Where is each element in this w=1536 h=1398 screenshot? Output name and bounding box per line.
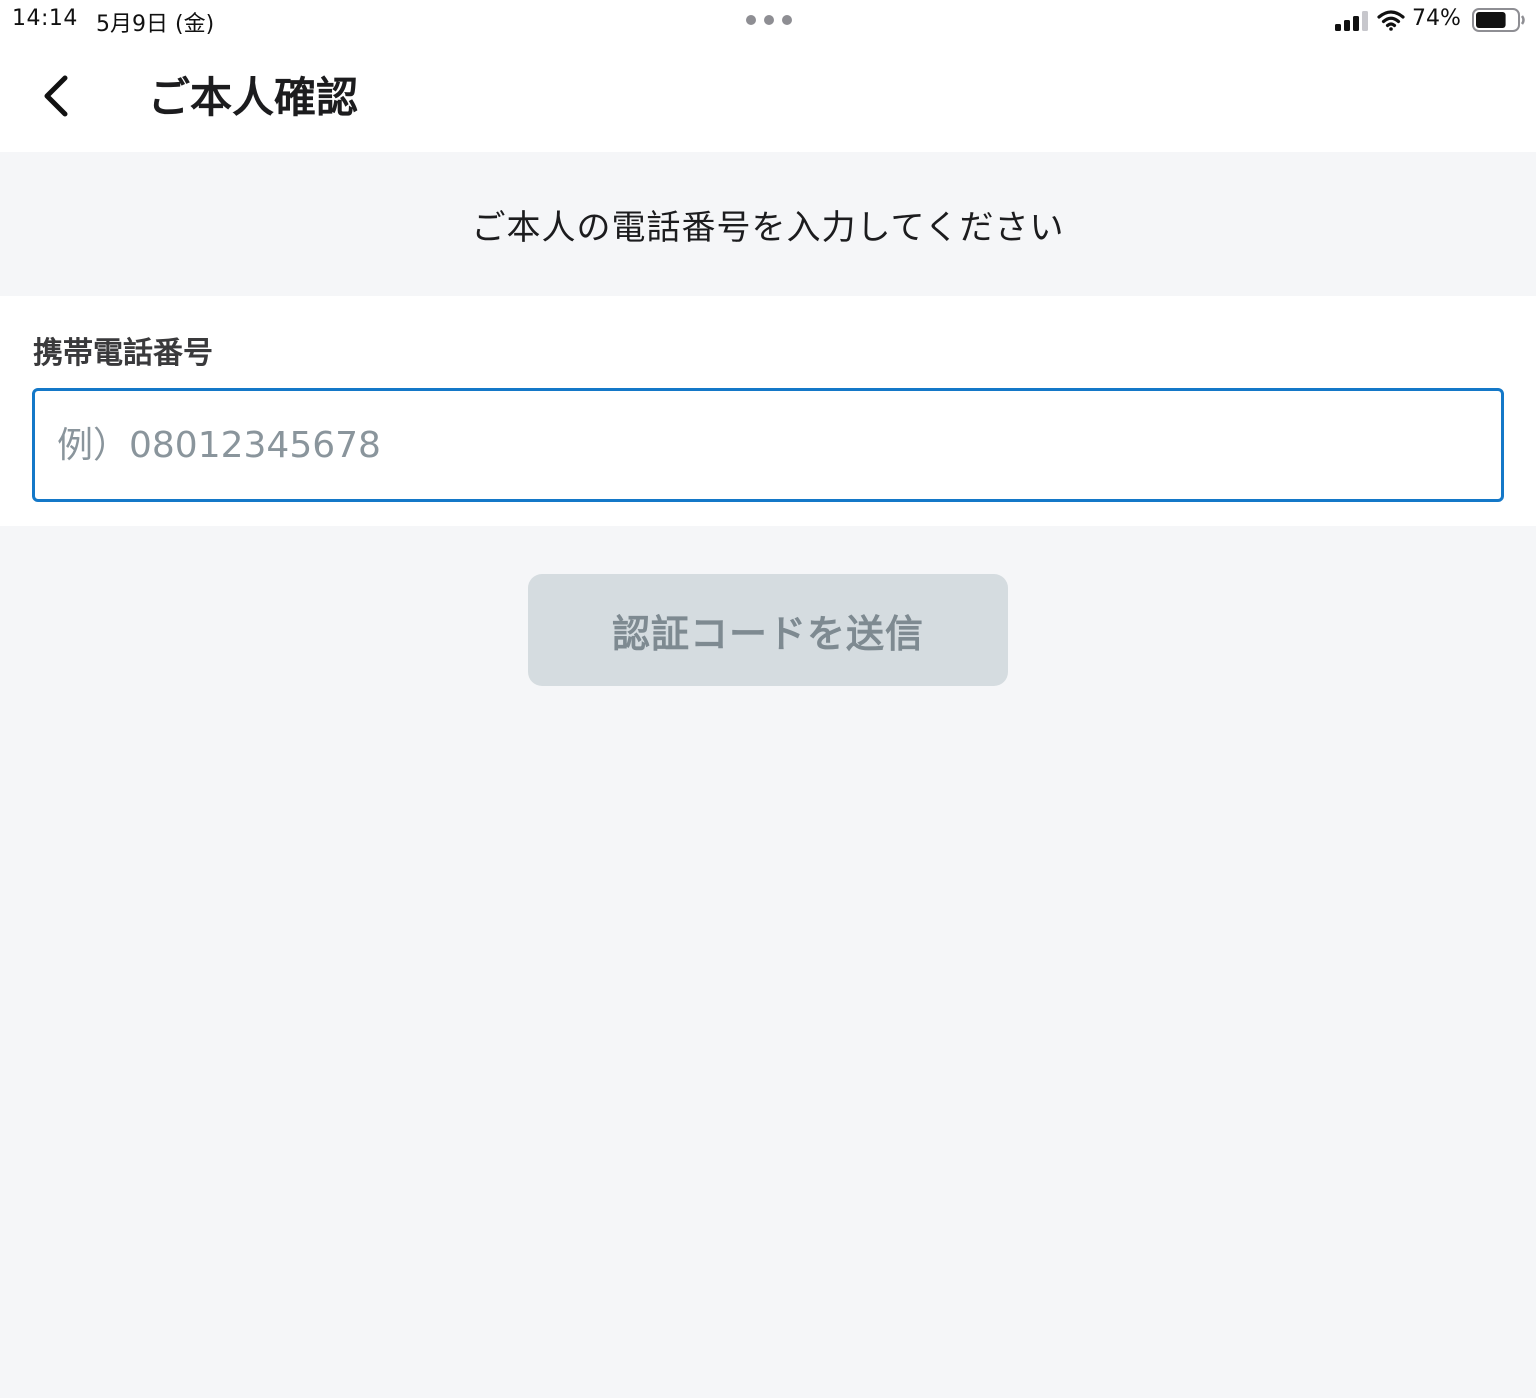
send-verification-code-button[interactable]: 認証コードを送信	[528, 574, 1008, 686]
battery-percent: 74%	[1412, 6, 1461, 31]
cellular-signal-icon	[1335, 11, 1368, 31]
status-bar: 14:14 5月9日 (金) 74%	[0, 0, 1536, 40]
phone-number-label: 携帯電話番号	[33, 336, 213, 371]
page-title: ご本人確認	[148, 73, 359, 122]
phone-form: 携帯電話番号	[0, 296, 1536, 526]
multitask-dot	[782, 15, 792, 25]
multitask-dots-icon[interactable]	[746, 15, 792, 25]
battery-icon	[1472, 8, 1525, 32]
status-time: 14:14	[12, 6, 78, 31]
multitask-dot	[764, 15, 774, 25]
instruction-section: ご本人の電話番号を入力してください	[0, 152, 1536, 296]
instruction-text: ご本人の電話番号を入力してください	[471, 207, 1065, 248]
chevron-left-icon	[44, 75, 68, 117]
wifi-icon	[1377, 10, 1405, 31]
navigation-header: ご本人確認	[0, 40, 1536, 152]
phone-number-input[interactable]	[32, 388, 1504, 502]
back-button[interactable]	[28, 68, 84, 124]
status-date: 5月9日 (金)	[96, 12, 215, 37]
multitask-dot	[746, 15, 756, 25]
